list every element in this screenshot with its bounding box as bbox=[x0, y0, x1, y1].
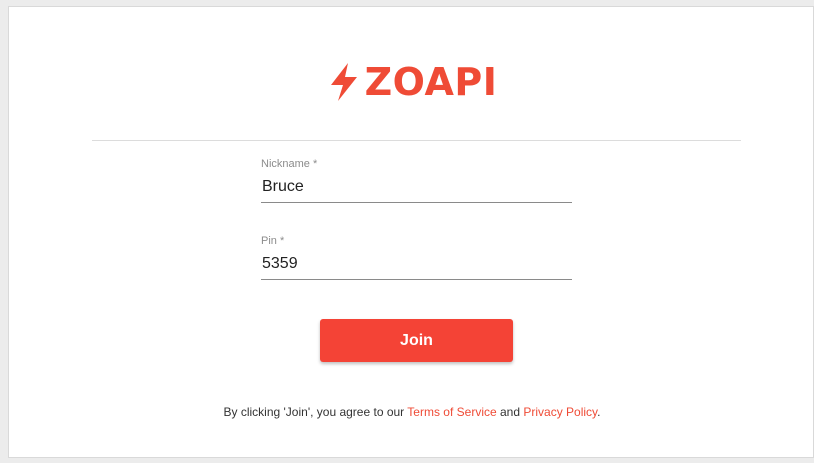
privacy-policy-link[interactable]: Privacy Policy bbox=[523, 405, 597, 419]
brand-logo: ZOAPI bbox=[9, 54, 814, 110]
brand-name: ZOAPI bbox=[364, 60, 498, 104]
pin-input[interactable] bbox=[261, 251, 572, 280]
nickname-field-group: Nickname * bbox=[261, 157, 572, 203]
divider bbox=[92, 140, 741, 141]
legal-prefix: By clicking 'Join', you agree to our bbox=[223, 405, 408, 419]
join-button[interactable]: Join bbox=[320, 319, 513, 362]
pin-label: Pin * bbox=[261, 235, 285, 247]
nickname-input[interactable] bbox=[261, 174, 572, 203]
login-card: ZOAPI Nickname * Pin * Join By clicking … bbox=[8, 6, 814, 458]
terms-of-service-link[interactable]: Terms of Service bbox=[407, 405, 496, 419]
nickname-label: Nickname * bbox=[261, 158, 318, 170]
legal-notice: By clicking 'Join', you agree to our Ter… bbox=[9, 405, 814, 419]
legal-conjunction: and bbox=[496, 405, 524, 419]
pin-field-group: Pin * bbox=[261, 234, 572, 280]
lightning-bolt-icon bbox=[330, 63, 357, 101]
legal-suffix: . bbox=[597, 405, 601, 419]
